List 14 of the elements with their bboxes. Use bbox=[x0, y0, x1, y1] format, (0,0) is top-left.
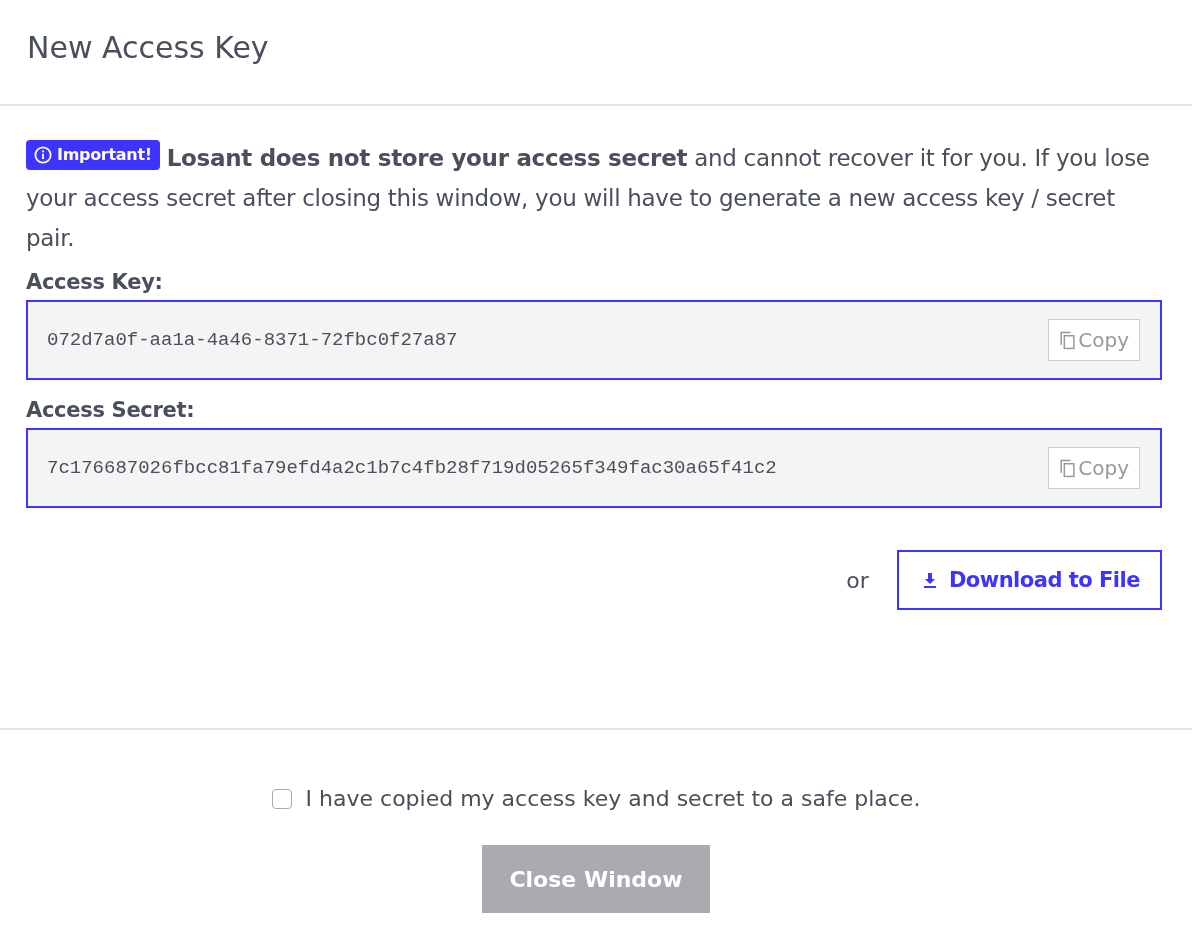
info-icon bbox=[34, 146, 52, 164]
key-field[interactable]: 7c176687026fbcc81fa79efd4a2c1b7c4fb28f719d05265f349fac30a65f41c2 Copy bbox=[26, 428, 1162, 508]
field-label: Access Secret: bbox=[26, 398, 196, 422]
field-label: Access Key: bbox=[26, 270, 164, 294]
copy-icon bbox=[1059, 330, 1077, 350]
download-button[interactable]: Download to File bbox=[896, 550, 1162, 610]
copy-icon bbox=[1059, 458, 1077, 478]
key-field[interactable]: 072d7a0f-aa1a-4a46-8371-72fbc0f27a87 Copy bbox=[26, 300, 1162, 380]
notice-text: Important! Losant does not store your access secret and cannot recover it for you. If you lose your access secret after closing this window, you will have to generate a new access key / secret pair. bbox=[26, 138, 1162, 258]
checkbox[interactable] bbox=[271, 788, 292, 809]
download-icon bbox=[922, 572, 937, 588]
checkbox-label: I have copied my access key and secret to a safe place. bbox=[305, 786, 921, 811]
dialog-title: New Access Key bbox=[27, 30, 270, 65]
or-text: or bbox=[846, 567, 869, 593]
